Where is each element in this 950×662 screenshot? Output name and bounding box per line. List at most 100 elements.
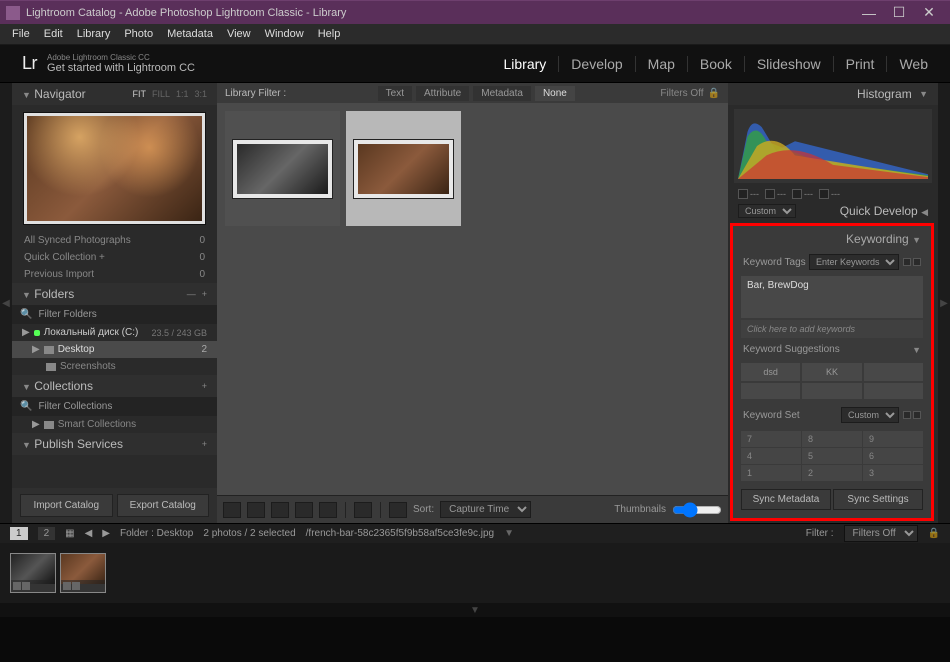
menu-view[interactable]: View — [221, 26, 257, 42]
keyword-set-select[interactable]: Custom — [841, 407, 899, 423]
catalog-previous-import[interactable]: Previous Import0 — [12, 266, 217, 283]
add-keywords-input[interactable]: Click here to add keywords — [741, 320, 923, 338]
folders-filter[interactable]: 🔍 Filter Folders — [12, 305, 217, 324]
window-maximize-button[interactable]: ☐ — [884, 3, 914, 23]
navigator-preview[interactable] — [12, 105, 217, 232]
catalog-quick-collection[interactable]: Quick Collection +0 — [12, 249, 217, 266]
navigator-fill[interactable]: FILL — [152, 89, 170, 99]
window-close-button[interactable]: ✕ — [914, 3, 944, 23]
keyword-set-cell[interactable]: 4 — [741, 448, 801, 464]
chevron-left-icon[interactable]: ◀ — [85, 528, 93, 539]
publish-services-header[interactable]: ▼ Publish Services + — [12, 433, 217, 455]
window-minimize-button[interactable]: — — [854, 3, 884, 23]
navigator-3-1[interactable]: 3:1 — [194, 89, 207, 99]
module-library[interactable]: Library — [492, 56, 560, 72]
brand-sub2[interactable]: Get started with Lightroom CC — [47, 62, 195, 74]
suggestion-item[interactable] — [741, 383, 800, 399]
suggestion-item[interactable] — [864, 363, 923, 381]
filter-attribute[interactable]: Attribute — [416, 86, 469, 101]
suggestion-item[interactable] — [864, 383, 923, 399]
navigator-header[interactable]: ▼ Navigator FIT FILL 1:1 3:1 — [12, 83, 217, 105]
keyword-set-cell[interactable]: 2 — [802, 465, 862, 481]
keyword-flag[interactable] — [903, 258, 911, 266]
right-panel-collapse[interactable]: ▶ — [938, 83, 950, 523]
suggestion-item[interactable]: KK — [802, 363, 861, 381]
thumbnail-size-slider[interactable] — [672, 502, 722, 518]
keyword-set-cell[interactable]: 7 — [741, 431, 801, 447]
keyword-set-cell[interactable]: 1 — [741, 465, 801, 481]
sort-direction-button[interactable] — [389, 502, 407, 518]
menu-help[interactable]: Help — [312, 26, 347, 42]
lock-icon[interactable]: 🔒 — [928, 528, 940, 539]
keyword-set-flag[interactable] — [903, 411, 911, 419]
module-slideshow[interactable]: Slideshow — [745, 56, 834, 72]
module-map[interactable]: Map — [636, 56, 688, 72]
collections-filter[interactable]: 🔍 Filter Collections — [12, 397, 217, 416]
collections-header[interactable]: ▼ Collections + — [12, 375, 217, 397]
import-catalog-button[interactable]: Import Catalog — [20, 494, 113, 517]
survey-view-button[interactable] — [295, 502, 313, 518]
thumbnail-selected[interactable] — [346, 111, 461, 226]
keyword-set-collapse[interactable] — [913, 411, 921, 419]
navigator-fit[interactable]: FIT — [132, 89, 146, 99]
suggestion-item[interactable] — [802, 383, 861, 399]
menu-file[interactable]: File — [6, 26, 36, 42]
status-grid-icon[interactable]: ▦ — [65, 528, 74, 539]
lock-icon[interactable]: 🔒 — [708, 88, 720, 99]
keyword-suggestions-collapse[interactable]: ▼ — [912, 345, 921, 355]
filmstrip-filter-select[interactable]: Filters Off — [844, 525, 918, 542]
keyword-tags-mode-select[interactable]: Enter Keywords — [809, 254, 899, 270]
suggestion-item[interactable]: dsd — [741, 363, 800, 381]
loupe-view-button[interactable] — [247, 502, 265, 518]
filmstrip[interactable] — [0, 543, 950, 603]
filmstrip-thumb[interactable] — [60, 553, 106, 593]
menu-metadata[interactable]: Metadata — [161, 26, 219, 42]
keyword-set-cell[interactable]: 6 — [863, 448, 923, 464]
navigator-1-1[interactable]: 1:1 — [176, 89, 189, 99]
menu-photo[interactable]: Photo — [118, 26, 159, 42]
keywording-header[interactable]: Keywording ▼ — [737, 230, 927, 248]
export-catalog-button[interactable]: Export Catalog — [117, 494, 210, 517]
filmstrip-thumb[interactable] — [10, 553, 56, 593]
folders-disk[interactable]: ▶ Локальный диск (C:) 23.5 / 243 GB — [12, 324, 217, 341]
filmstrip-collapse[interactable]: ▼ — [0, 603, 950, 617]
histogram[interactable] — [734, 109, 932, 183]
keyword-textarea[interactable]: Bar, BrewDog — [741, 276, 923, 318]
folder-desktop[interactable]: ▶ Desktop 2 — [12, 341, 217, 358]
menu-window[interactable]: Window — [259, 26, 310, 42]
grid-view-button[interactable] — [223, 502, 241, 518]
filter-text[interactable]: Text — [378, 86, 412, 101]
module-web[interactable]: Web — [887, 56, 928, 72]
keyword-collapse[interactable] — [913, 258, 921, 266]
left-panel-collapse[interactable]: ◀ — [0, 83, 12, 523]
module-develop[interactable]: Develop — [559, 56, 635, 72]
keyword-set-cell[interactable]: 8 — [802, 431, 862, 447]
module-book[interactable]: Book — [688, 56, 745, 72]
sync-metadata-button[interactable]: Sync Metadata — [741, 489, 831, 510]
status-page-2[interactable]: 2 — [38, 527, 56, 540]
filter-metadata[interactable]: Metadata — [473, 86, 531, 101]
people-view-button[interactable] — [319, 502, 337, 518]
collection-smart-collections[interactable]: ▶ Smart Collections — [12, 416, 217, 433]
thumbnail-grid[interactable] — [217, 103, 728, 495]
folders-header[interactable]: ▼ Folders —+ — [12, 283, 217, 305]
menu-library[interactable]: Library — [71, 26, 117, 42]
compare-view-button[interactable] — [271, 502, 289, 518]
sort-select[interactable]: Capture Time — [440, 501, 531, 518]
module-print[interactable]: Print — [834, 56, 888, 72]
sync-settings-button[interactable]: Sync Settings — [833, 489, 923, 510]
quick-develop-preset[interactable]: Custom — [738, 204, 796, 218]
folder-screenshots[interactable]: Screenshots — [12, 358, 217, 375]
chevron-right-icon[interactable]: ▶ — [102, 528, 110, 539]
catalog-all-synced[interactable]: All Synced Photographs0 — [12, 232, 217, 249]
keyword-set-cell[interactable]: 3 — [863, 465, 923, 481]
painter-tool-button[interactable] — [354, 502, 372, 518]
keyword-set-cell[interactable]: 5 — [802, 448, 862, 464]
keyword-set-cell[interactable]: 9 — [863, 431, 923, 447]
status-page-1[interactable]: 1 — [10, 527, 28, 540]
menu-edit[interactable]: Edit — [38, 26, 69, 42]
thumbnail[interactable] — [225, 111, 340, 226]
filter-none[interactable]: None — [535, 86, 575, 101]
filters-off-toggle[interactable]: Filters Off — [660, 88, 703, 99]
histogram-header[interactable]: Histogram ▼ — [728, 83, 938, 105]
